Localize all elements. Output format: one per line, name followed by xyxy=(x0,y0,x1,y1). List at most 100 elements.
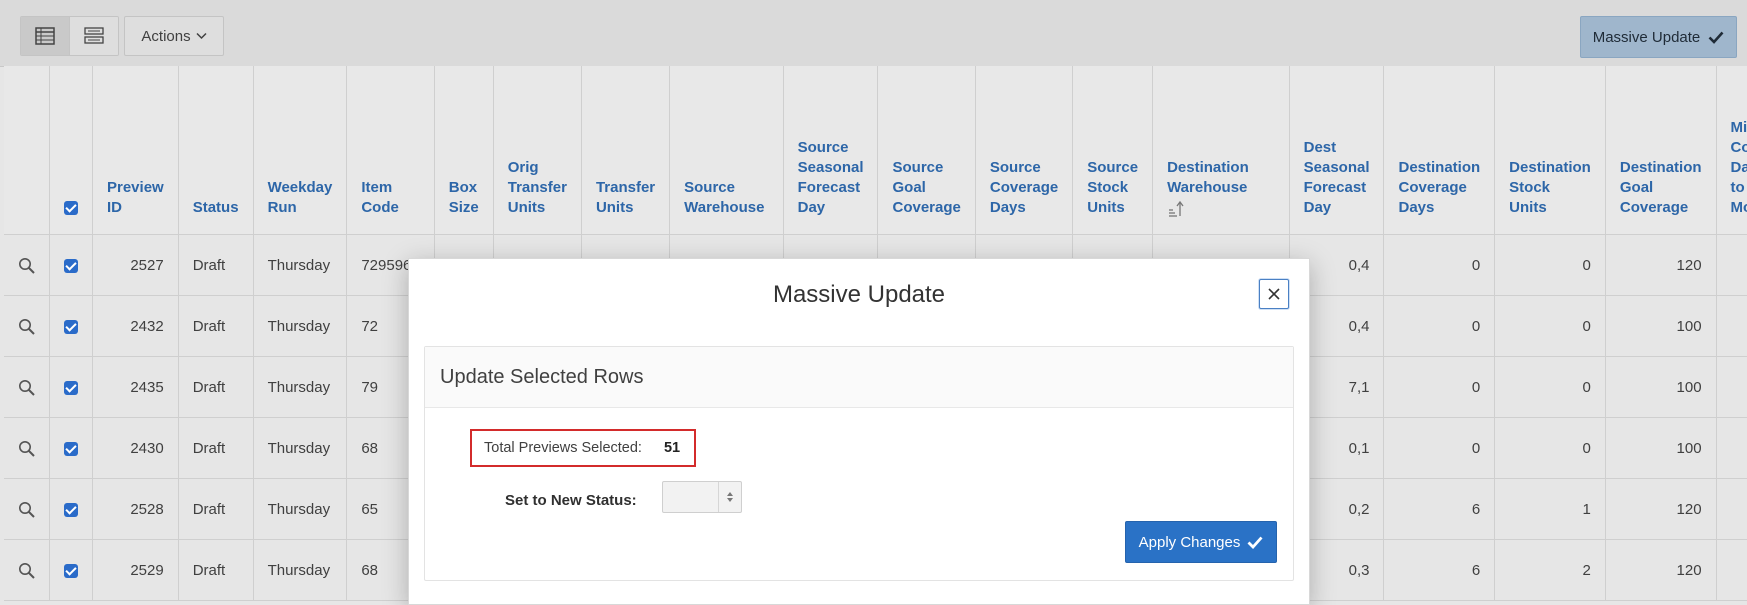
col-header-source-warehouse[interactable]: Source Warehouse xyxy=(669,66,784,235)
cell-min-coverage-days xyxy=(1716,478,1747,540)
header-row: Preview ID Status Weekday Run Item Code … xyxy=(4,66,1747,235)
cell-view xyxy=(4,356,50,418)
close-icon xyxy=(1268,288,1280,300)
row-select-checkbox[interactable] xyxy=(64,380,78,395)
col-header-destination-warehouse-label: Destination Warehouse xyxy=(1167,159,1249,196)
col-header-select-all xyxy=(49,66,93,235)
cell-min-coverage-days xyxy=(1716,356,1747,418)
cell-weekday-run: Thursday xyxy=(253,417,348,479)
col-header-source-seasonal-forecast-day[interactable]: Source Seasonal Forecast Day xyxy=(783,66,879,235)
actions-label: Actions xyxy=(141,27,191,45)
cell-view xyxy=(4,478,50,540)
col-header-status[interactable]: Status xyxy=(178,66,254,235)
search-icon[interactable] xyxy=(18,379,35,396)
massive-update-button[interactable]: Massive Update xyxy=(1580,16,1737,58)
cell-min-coverage-days xyxy=(1716,295,1747,357)
search-icon[interactable] xyxy=(18,562,35,579)
cell-preview-id: 2528 xyxy=(92,478,179,540)
close-dialog-button[interactable] xyxy=(1259,279,1289,309)
check-icon xyxy=(1247,536,1263,549)
select-all-checkbox[interactable] xyxy=(64,201,78,216)
massive-update-dialog: Massive Update Update Selected Rows Tota… xyxy=(408,258,1310,605)
region-title: Update Selected Rows xyxy=(425,347,1293,408)
actions-menu-button[interactable]: Actions xyxy=(124,16,224,56)
col-header-source-stock-units[interactable]: Source Stock Units xyxy=(1072,66,1154,235)
row-select-checkbox[interactable] xyxy=(64,502,78,517)
cell-destination-goal-coverage: 120 xyxy=(1605,539,1717,601)
row-select-checkbox[interactable] xyxy=(64,319,78,334)
report-toolbar: Actions Massive Update xyxy=(0,0,1747,67)
grid-view-icon xyxy=(35,27,55,45)
cell-destination-goal-coverage: 100 xyxy=(1605,356,1717,418)
cell-destination-goal-coverage: 120 xyxy=(1605,478,1717,540)
cell-destination-coverage-days: 6 xyxy=(1383,539,1496,601)
cell-status: Draft xyxy=(178,234,254,296)
cell-status: Draft xyxy=(178,295,254,357)
cell-select xyxy=(49,539,93,601)
cell-view xyxy=(4,295,50,357)
cell-select xyxy=(49,234,93,296)
cell-destination-goal-coverage: 100 xyxy=(1605,417,1717,479)
cell-destination-coverage-days: 0 xyxy=(1383,417,1496,479)
col-header-weekday-run[interactable]: Weekday Run xyxy=(253,66,348,235)
cell-view xyxy=(4,539,50,601)
cell-status: Draft xyxy=(178,478,254,540)
cell-min-coverage-days xyxy=(1716,234,1747,296)
col-header-destination-coverage-days[interactable]: Destination Coverage Days xyxy=(1383,66,1496,235)
apply-changes-label: Apply Changes xyxy=(1138,533,1241,551)
cell-destination-stock-units: 1 xyxy=(1494,478,1606,540)
search-icon[interactable] xyxy=(18,501,35,518)
col-header-box-size[interactable]: Box Size xyxy=(434,66,494,235)
col-header-transfer-units[interactable]: Transfer Units xyxy=(581,66,671,235)
update-selected-rows-region: Update Selected Rows Total Previews Sele… xyxy=(424,346,1294,581)
cell-select xyxy=(49,295,93,357)
cell-view xyxy=(4,417,50,479)
total-previews-selected: Total Previews Selected: 51 xyxy=(470,429,696,467)
col-header-preview-id[interactable]: Preview ID xyxy=(92,66,179,235)
col-header-orig-transfer-units[interactable]: Orig Transfer Units xyxy=(493,66,582,235)
new-status-label: Set to New Status: xyxy=(505,492,637,509)
cell-destination-goal-coverage: 100 xyxy=(1605,295,1717,357)
col-header-view xyxy=(4,66,50,235)
cell-min-coverage-days xyxy=(1716,417,1747,479)
cell-destination-stock-units: 0 xyxy=(1494,356,1606,418)
cell-destination-stock-units: 0 xyxy=(1494,417,1606,479)
cell-weekday-run: Thursday xyxy=(253,478,348,540)
col-header-destination-stock-units[interactable]: Destination Stock Units xyxy=(1494,66,1606,235)
col-header-destination-goal-coverage[interactable]: Destination Goal Coverage xyxy=(1605,66,1717,235)
check-icon xyxy=(1708,31,1724,44)
row-select-checkbox[interactable] xyxy=(64,258,78,273)
massive-update-label: Massive Update xyxy=(1592,28,1701,46)
cell-view xyxy=(4,234,50,296)
cell-destination-stock-units: 2 xyxy=(1494,539,1606,601)
dialog-title: Massive Update xyxy=(772,281,946,308)
cell-status: Draft xyxy=(178,356,254,418)
search-icon[interactable] xyxy=(18,257,35,274)
col-header-source-coverage-days[interactable]: Source Coverage Days xyxy=(975,66,1074,235)
sort-ascending-icon xyxy=(1169,200,1184,217)
col-header-source-goal-coverage[interactable]: Source Goal Coverage xyxy=(877,66,976,235)
col-header-dest-seasonal-forecast-day[interactable]: Dest Seasonal Forecast Day xyxy=(1289,66,1385,235)
detail-view-button[interactable] xyxy=(69,17,118,55)
cell-preview-id: 2529 xyxy=(92,539,179,601)
cell-min-coverage-days xyxy=(1716,539,1747,601)
col-header-destination-warehouse[interactable]: Destination Warehouse xyxy=(1152,66,1290,235)
grid-view-button[interactable] xyxy=(21,17,69,55)
row-select-checkbox[interactable] xyxy=(64,441,78,456)
row-select-checkbox[interactable] xyxy=(64,563,78,578)
new-status-select[interactable] xyxy=(662,481,742,513)
col-header-min-coverage-days[interactable]: Min Cov Day to Mo xyxy=(1716,66,1747,235)
cell-destination-coverage-days: 6 xyxy=(1383,478,1496,540)
select-arrows-icon xyxy=(718,482,741,512)
cell-destination-goal-coverage: 120 xyxy=(1605,234,1717,296)
apply-changes-button[interactable]: Apply Changes xyxy=(1125,521,1277,563)
search-icon[interactable] xyxy=(18,318,35,335)
col-header-item-code[interactable]: Item Code xyxy=(346,66,435,235)
cell-destination-coverage-days: 0 xyxy=(1383,234,1496,296)
search-icon[interactable] xyxy=(18,440,35,457)
cell-preview-id: 2527 xyxy=(92,234,179,296)
total-previews-label: Total Previews Selected: xyxy=(484,440,642,456)
cell-weekday-run: Thursday xyxy=(253,295,348,357)
cell-destination-coverage-days: 0 xyxy=(1383,356,1496,418)
cell-weekday-run: Thursday xyxy=(253,356,348,418)
